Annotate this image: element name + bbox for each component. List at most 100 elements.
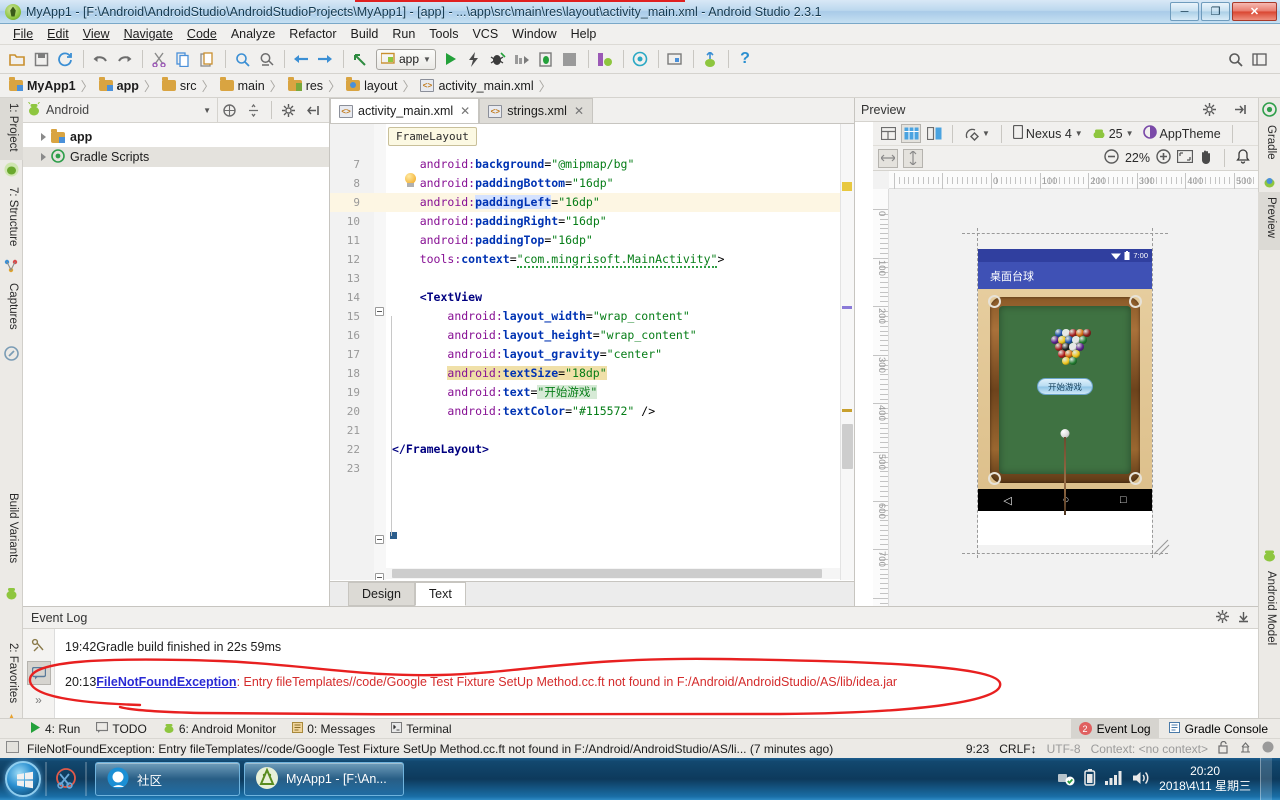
- find-icon[interactable]: [231, 48, 253, 70]
- sidebar-item-preview[interactable]: Preview: [1258, 192, 1280, 250]
- adjust-height-icon[interactable]: [903, 148, 923, 168]
- replace-icon[interactable]: [255, 48, 277, 70]
- maximize-button[interactable]: ❐: [1201, 2, 1230, 21]
- breadcrumb-item-app[interactable]: app: [96, 77, 142, 93]
- menu-view[interactable]: View: [76, 25, 117, 43]
- breadcrumb-item-layout[interactable]: layout: [343, 77, 400, 93]
- inspection-icon[interactable]: [1239, 741, 1252, 757]
- sidebar-item-captures[interactable]: Captures: [0, 278, 23, 344]
- start-game-button[interactable]: 开始游戏: [1037, 378, 1093, 395]
- project-structure-icon[interactable]: [664, 48, 686, 70]
- help-icon[interactable]: ?: [734, 48, 756, 70]
- horizontal-scrollbar-thumb[interactable]: [392, 569, 822, 578]
- module-selector[interactable]: app ▼: [376, 48, 436, 70]
- fold-marker-textview-end[interactable]: [375, 535, 384, 544]
- blueprint-mode-icon[interactable]: [901, 124, 921, 143]
- sidebar-item-favorites[interactable]: 2: Favorites: [0, 638, 23, 714]
- menu-analyze[interactable]: Analyze: [224, 25, 282, 43]
- vertical-scrollbar[interactable]: [842, 424, 853, 469]
- bottom-item-messages[interactable]: 0: Messages: [292, 721, 375, 736]
- memory-indicator-icon[interactable]: [1262, 741, 1274, 756]
- menu-window[interactable]: Window: [505, 25, 563, 43]
- bottom-item-todo[interactable]: TODO: [96, 721, 147, 736]
- open-folder-icon[interactable]: [6, 48, 28, 70]
- code-line[interactable]: 19 android:text="开始游戏": [330, 383, 854, 402]
- preview-resize-handle[interactable]: [1152, 538, 1170, 556]
- tree-item-app[interactable]: app: [23, 127, 329, 147]
- menu-vcs[interactable]: VCS: [465, 25, 505, 43]
- sidebar-item-structure[interactable]: 7: Structure: [0, 182, 23, 256]
- stretch-layout-icon[interactable]: [1248, 48, 1270, 70]
- code-line[interactable]: 13: [330, 269, 854, 288]
- unlocked-icon[interactable]: [1218, 740, 1229, 757]
- fold-marker-textview[interactable]: [375, 307, 384, 316]
- code-line[interactable]: 14 <TextView: [330, 288, 854, 307]
- tab-design[interactable]: Design: [348, 582, 415, 606]
- zoom-in-icon[interactable]: [1156, 149, 1171, 167]
- expand-more-icon[interactable]: »: [23, 693, 54, 707]
- breadcrumb-item-src[interactable]: src: [159, 77, 200, 93]
- snipping-tool-icon[interactable]: [51, 764, 81, 794]
- bottom-item-android-monitor[interactable]: 6: Android Monitor: [163, 722, 276, 736]
- jump-to-source-icon[interactable]: [349, 48, 371, 70]
- code-line[interactable]: 18 android:textSize="18dp": [330, 364, 854, 383]
- expand-triangle-icon[interactable]: [41, 133, 46, 141]
- code-line[interactable]: 11 android:paddingTop="16dp": [330, 231, 854, 250]
- minimize-button[interactable]: ─: [1170, 2, 1199, 21]
- hide-panel-icon[interactable]: [1228, 99, 1250, 121]
- avd-manager-icon[interactable]: [594, 48, 616, 70]
- tree-item-gradle-scripts[interactable]: Gradle Scripts: [23, 147, 329, 167]
- orientation-selector[interactable]: ▼: [961, 127, 993, 141]
- device-preview-render[interactable]: 7:00 桌面台球 开始游戏 ◁ ○ □: [978, 249, 1152, 545]
- bottom-item-run[interactable]: 4: Run: [30, 721, 80, 736]
- adjust-width-icon[interactable]: [878, 148, 898, 168]
- marker-warning-2[interactable]: [842, 409, 852, 412]
- breadcrumb-item-file[interactable]: <> activity_main.xml: [417, 79, 536, 93]
- undo-icon[interactable]: [89, 48, 111, 70]
- marker-change[interactable]: [842, 306, 852, 309]
- expand-triangle-icon[interactable]: [41, 153, 46, 161]
- settings-gear-icon[interactable]: [1198, 99, 1220, 121]
- code-line[interactable]: 12 tools:context="com.mingrisoft.MainAct…: [330, 250, 854, 269]
- bottom-item-terminal[interactable]: Terminal: [391, 721, 452, 736]
- close-button[interactable]: ✕: [1232, 2, 1277, 21]
- zoom-out-icon[interactable]: [1104, 149, 1119, 167]
- attach-debugger-icon[interactable]: [535, 48, 557, 70]
- code-line[interactable]: 16 android:layout_height="wrap_content": [330, 326, 854, 345]
- menu-build[interactable]: Build: [344, 25, 386, 43]
- file-encoding[interactable]: UTF-8: [1047, 742, 1081, 756]
- device-selector[interactable]: Nexus 4 ▼: [1010, 124, 1086, 142]
- sidebar-item-build-variants[interactable]: Build Variants: [0, 488, 23, 584]
- code-area[interactable]: FrameLayout 7 android:background="@mipma…: [330, 124, 854, 580]
- breadcrumb-item-res[interactable]: res: [285, 77, 326, 93]
- network-icon[interactable]: [1057, 770, 1075, 789]
- pan-hand-icon[interactable]: [1199, 149, 1213, 167]
- menu-navigate[interactable]: Navigate: [117, 25, 180, 43]
- code-line[interactable]: 21: [330, 421, 854, 440]
- project-view-selector[interactable]: Android ▼: [27, 98, 218, 122]
- battery-icon[interactable]: [1084, 769, 1096, 789]
- run-with-coverage-icon[interactable]: [511, 48, 533, 70]
- context-indicator[interactable]: Context: <no context>: [1091, 742, 1208, 756]
- apply-changes-icon[interactable]: [463, 48, 485, 70]
- editor-tab-strings[interactable]: <> strings.xml ✕: [479, 98, 594, 123]
- sidebar-item-project[interactable]: 1: Project: [0, 98, 23, 160]
- code-line[interactable]: 17 android:layout_gravity="center": [330, 345, 854, 364]
- sdk-manager-icon[interactable]: [699, 48, 721, 70]
- taskbar-button-browser[interactable]: 社区: [95, 762, 240, 796]
- zoom-to-fit-icon[interactable]: [1176, 149, 1194, 166]
- theme-selector[interactable]: AppTheme: [1140, 125, 1224, 142]
- sync-gradle-icon[interactable]: [629, 48, 651, 70]
- expand-collapse-icon[interactable]: [242, 99, 264, 121]
- show-desktop-button[interactable]: [1260, 758, 1272, 800]
- debug-icon[interactable]: [487, 48, 509, 70]
- structure-breadcrumb-chip[interactable]: FrameLayout: [388, 127, 477, 146]
- code-line[interactable]: 22 </FrameLayout>: [330, 440, 854, 459]
- menu-file[interactable]: File: [6, 25, 40, 43]
- api-level-selector[interactable]: 25 ▼: [1089, 127, 1137, 141]
- balloon-icon[interactable]: [26, 661, 51, 685]
- stop-icon[interactable]: [559, 48, 581, 70]
- nav-recents-icon[interactable]: □: [1120, 494, 1127, 506]
- menu-run[interactable]: Run: [385, 25, 422, 43]
- forward-icon[interactable]: [314, 48, 336, 70]
